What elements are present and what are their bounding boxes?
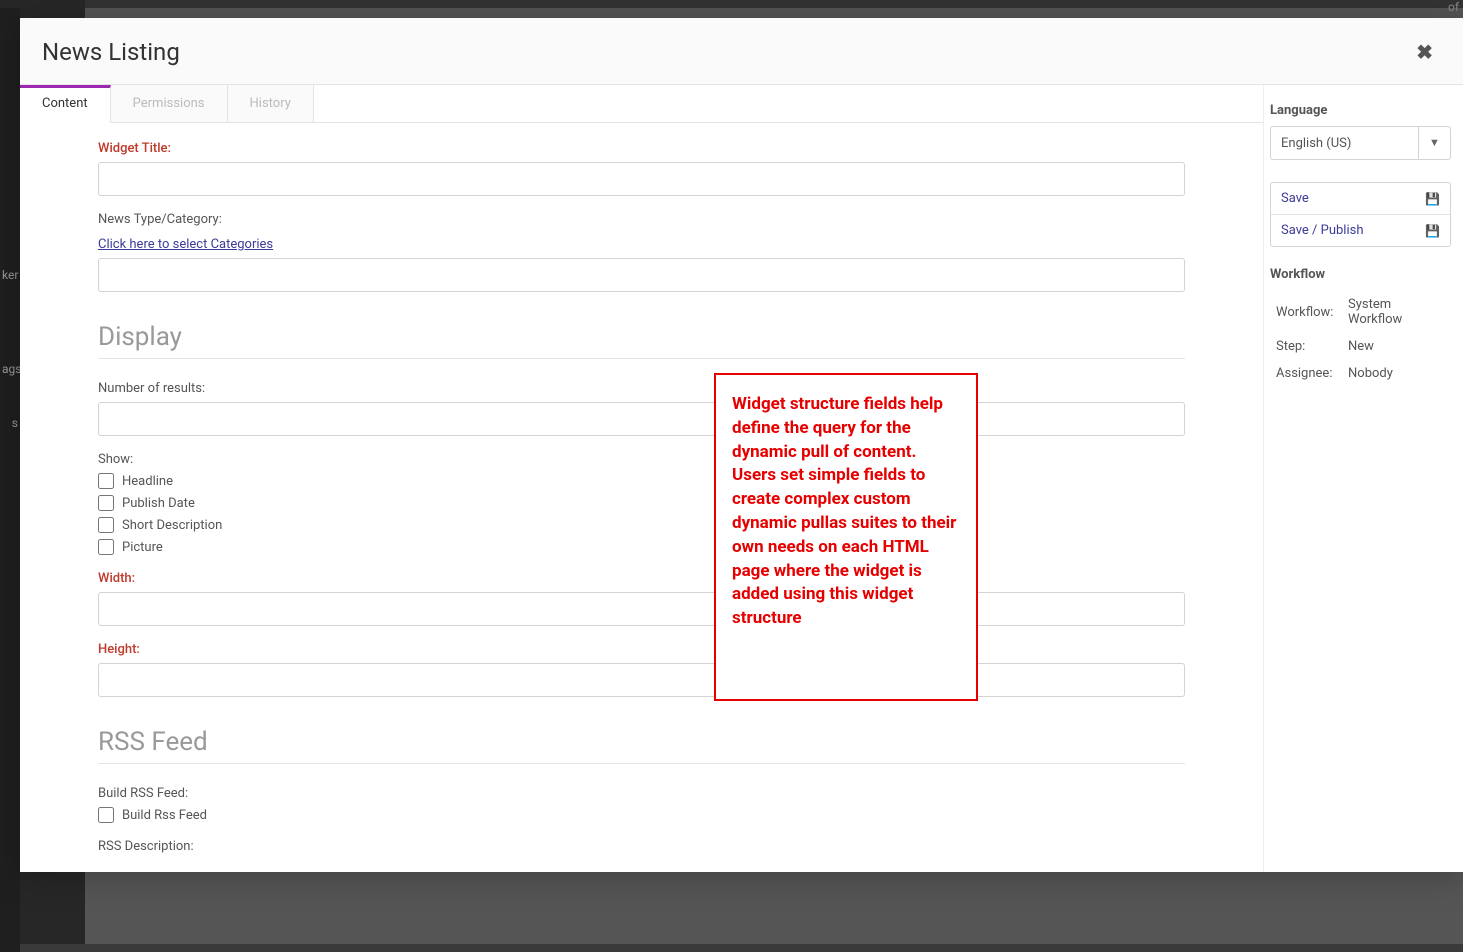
select-categories-link[interactable]: Click here to select Categories [98,237,273,252]
rss-desc-label: RSS Description: [98,839,1185,854]
height-label: Height: [98,642,1185,657]
workflow-key: Assignee: [1272,361,1342,386]
field-height: Height: [98,642,1185,697]
field-build-rss: Build RSS Feed: Build Rss Feed [98,786,1185,823]
close-icon[interactable]: ✖ [1416,40,1441,64]
rss-divider [98,763,1185,764]
display-heading: Display [98,322,1185,352]
field-num-results: Number of results: [98,381,1185,436]
display-divider [98,358,1185,359]
workflow-row: Assignee: Nobody [1272,361,1449,386]
form-area: Widget Title: News Type/Category: Click … [20,123,1263,872]
field-width: Width: [98,571,1185,626]
widget-title-input[interactable] [98,162,1185,196]
show-publish-date-checkbox[interactable] [98,495,114,511]
field-widget-title: Widget Title: [98,141,1185,196]
show-publish-date-row[interactable]: Publish Date [98,495,1185,511]
chevron-down-icon[interactable]: ▼ [1418,127,1450,159]
height-input[interactable] [98,663,1185,697]
show-picture-checkbox[interactable] [98,539,114,555]
tab-history[interactable]: History [228,85,314,122]
show-short-desc-text: Short Description [122,518,222,533]
show-picture-text: Picture [122,540,163,555]
workflow-val: System Workflow [1344,292,1449,332]
show-publish-date-text: Publish Date [122,496,195,511]
rss-heading: RSS Feed [98,727,1185,757]
field-show: Show: Headline Publish Date Short Descri… [98,452,1185,555]
bg-text-of: of [1448,0,1459,14]
workflow-heading: Workflow [1270,267,1451,282]
width-input[interactable] [98,592,1185,626]
tab-permissions[interactable]: Permissions [111,85,228,122]
build-rss-label: Build RSS Feed: [98,786,1185,801]
bg-sidebar-labels: ker ags s [0,8,20,952]
workflow-row: Workflow: System Workflow [1272,292,1449,332]
workflow-row: Step: New [1272,334,1449,359]
field-rss-desc: RSS Description: [98,839,1185,854]
show-headline-row[interactable]: Headline [98,473,1185,489]
modal-news-listing: News Listing ✖ Content Permissions Histo… [20,18,1463,872]
width-label: Width: [98,571,1185,586]
build-rss-row[interactable]: Build Rss Feed [98,807,1185,823]
show-short-desc-checkbox[interactable] [98,517,114,533]
side-column: Language English (US) ▼ Save 💾 Save / Pu… [1263,85,1463,872]
workflow-table: Workflow: System Workflow Step: New Assi… [1270,290,1451,388]
save-publish-button[interactable]: Save / Publish 💾 [1271,214,1450,246]
field-news-type: News Type/Category: Click here to select… [98,212,1185,292]
tabs-bar: Content Permissions History [20,85,1263,123]
save-button[interactable]: Save 💾 [1271,183,1450,214]
num-results-input[interactable] [98,402,1185,436]
tab-content[interactable]: Content [20,85,111,123]
show-short-desc-row[interactable]: Short Description [98,517,1185,533]
save-publish-label: Save / Publish [1281,223,1363,238]
workflow-key: Workflow: [1272,292,1342,332]
workflow-key: Step: [1272,334,1342,359]
show-headline-checkbox[interactable] [98,473,114,489]
save-label: Save [1281,191,1309,206]
bg-topbar [0,0,1463,8]
widget-title-label: Widget Title: [98,141,1185,156]
show-headline-text: Headline [122,474,173,489]
main-column: Content Permissions History Widget Title… [20,85,1263,872]
modal-body: Content Permissions History Widget Title… [20,85,1463,872]
build-rss-checkbox[interactable] [98,807,114,823]
modal-header: News Listing ✖ [20,18,1463,85]
language-heading: Language [1270,103,1451,118]
language-value: English (US) [1271,136,1418,151]
language-select[interactable]: English (US) ▼ [1270,126,1451,160]
build-rss-text: Build Rss Feed [122,808,207,823]
save-icon: 💾 [1425,192,1440,206]
workflow-val: Nobody [1344,361,1449,386]
num-results-label: Number of results: [98,381,1185,396]
show-label: Show: [98,452,1185,467]
workflow-val: New [1344,334,1449,359]
show-picture-row[interactable]: Picture [98,539,1185,555]
news-type-label: News Type/Category: [98,212,1185,227]
save-icon: 💾 [1425,224,1440,238]
action-list: Save 💾 Save / Publish 💾 [1270,182,1451,247]
annotation-callout: Widget structure fields help define the … [714,373,978,701]
news-type-input[interactable] [98,258,1185,292]
modal-title: News Listing [42,38,180,66]
